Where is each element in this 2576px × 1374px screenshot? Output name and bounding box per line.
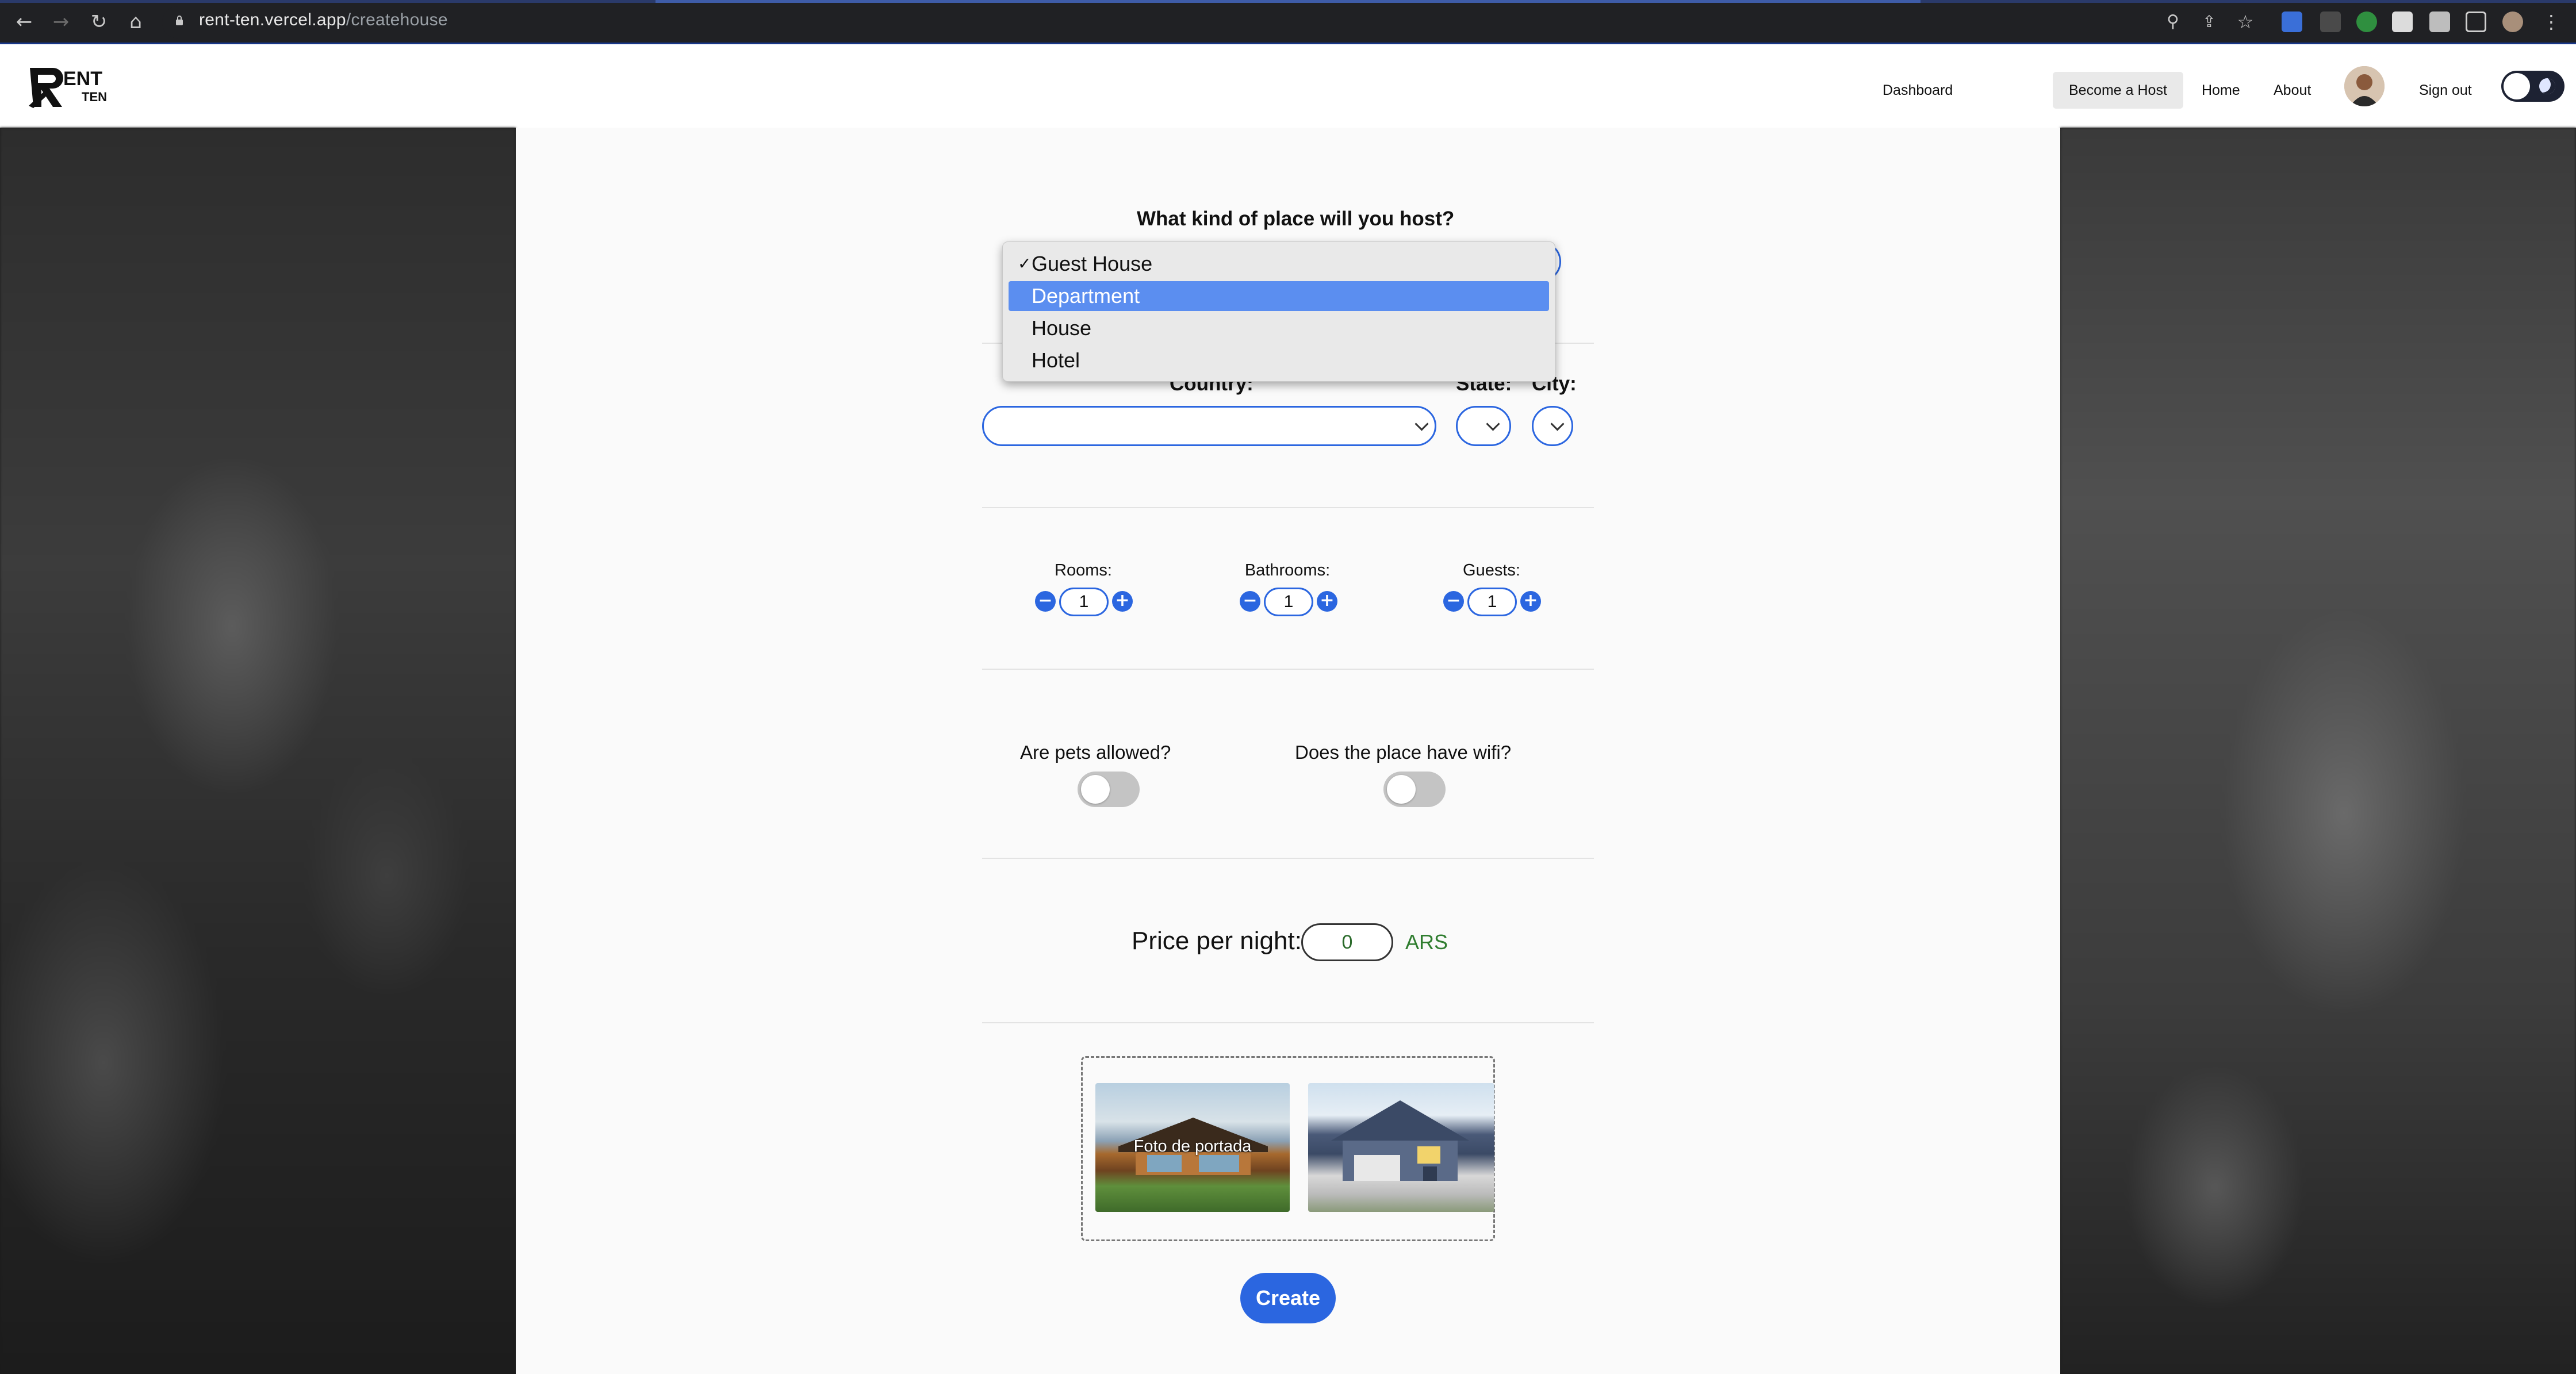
profile-avatar-icon[interactable] bbox=[2502, 11, 2523, 32]
rooms-value[interactable]: 1 bbox=[1059, 588, 1109, 616]
rooms-stepper: − 1 + bbox=[1035, 586, 1133, 617]
price-label: Price per night: bbox=[1132, 927, 1302, 955]
option-hotel[interactable]: Hotel bbox=[1009, 346, 1549, 375]
toggle-knob bbox=[1387, 775, 1416, 804]
svg-text:TEN: TEN bbox=[82, 90, 107, 104]
option-label: Guest House bbox=[1032, 252, 1153, 275]
nav-home[interactable]: Home bbox=[2186, 72, 2256, 109]
nav-become-host[interactable]: Become a Host bbox=[2053, 72, 2183, 109]
active-tab[interactable] bbox=[656, 0, 1920, 3]
home-icon[interactable]: ⌂ bbox=[123, 9, 148, 34]
toggle-knob bbox=[1081, 775, 1110, 804]
city-select[interactable] bbox=[1532, 406, 1573, 446]
translate-extension-icon[interactable] bbox=[2282, 11, 2302, 32]
background-city-image-right bbox=[2060, 128, 2576, 1374]
svg-text:ENT: ENT bbox=[63, 68, 102, 90]
pen-extension-icon[interactable] bbox=[2320, 11, 2341, 32]
place-type-dropdown: ✓ Guest House Department House Hotel bbox=[1002, 241, 1555, 382]
share-icon[interactable]: ⇪ bbox=[2196, 9, 2222, 34]
puzzle-extensions-icon[interactable] bbox=[2429, 11, 2450, 32]
evernote-extension-icon[interactable] bbox=[2356, 11, 2377, 32]
divider bbox=[982, 1022, 1594, 1023]
bookmark-star-icon[interactable]: ☆ bbox=[2233, 9, 2258, 34]
guests-increment-button[interactable]: + bbox=[1520, 591, 1541, 612]
guests-value[interactable]: 1 bbox=[1467, 588, 1517, 616]
chevron-down-icon bbox=[1550, 417, 1565, 431]
nav-dashboard[interactable]: Dashboard bbox=[1866, 72, 1969, 109]
menu-kebab-icon[interactable]: ⋮ bbox=[2539, 9, 2564, 34]
side-panel-icon[interactable] bbox=[2466, 11, 2486, 32]
suburban-house-illustration bbox=[1331, 1100, 1469, 1181]
site-header: ENT TEN Dashboard Become a Host Home Abo… bbox=[0, 44, 2576, 128]
lock-icon bbox=[176, 16, 183, 25]
user-photo-icon bbox=[2344, 66, 2385, 106]
photo-upload-area[interactable]: Foto de portada bbox=[1081, 1056, 1495, 1241]
pets-question: Are pets allowed? bbox=[1020, 742, 1171, 763]
browser-toolbar: ← → ↻ ⌂ rent-ten.vercel.app/createhouse … bbox=[0, 0, 2576, 44]
country-select[interactable] bbox=[982, 406, 1436, 446]
reload-icon[interactable]: ↻ bbox=[86, 9, 112, 34]
nav-about[interactable]: About bbox=[2257, 72, 2327, 109]
price-input[interactable]: 0 bbox=[1301, 923, 1393, 961]
option-label: Hotel bbox=[1032, 348, 1080, 372]
place-type-question: What kind of place will you host? bbox=[1137, 208, 1455, 230]
wifi-toggle[interactable] bbox=[1383, 772, 1446, 807]
option-house[interactable]: House bbox=[1009, 313, 1549, 343]
guests-stepper: − 1 + bbox=[1443, 586, 1541, 617]
bathrooms-stepper: − 1 + bbox=[1240, 586, 1337, 617]
option-label: House bbox=[1032, 316, 1092, 340]
bathrooms-label: Bathrooms: bbox=[1244, 561, 1331, 579]
divider bbox=[982, 858, 1594, 859]
bathrooms-decrement-button[interactable]: − bbox=[1240, 591, 1260, 612]
option-label: Department bbox=[1032, 284, 1140, 308]
user-avatar[interactable] bbox=[2344, 66, 2385, 106]
create-button[interactable]: Create bbox=[1240, 1273, 1336, 1323]
address-bar[interactable] bbox=[162, 6, 2370, 39]
bathrooms-value[interactable]: 1 bbox=[1264, 588, 1313, 616]
background-city-image-left bbox=[0, 128, 516, 1374]
rooms-increment-button[interactable]: + bbox=[1112, 591, 1133, 612]
url-text: rent-ten.vercel.app/createhouse bbox=[199, 10, 448, 29]
toggle-knob bbox=[2504, 73, 2530, 99]
cover-photo[interactable]: Foto de portada bbox=[1095, 1083, 1290, 1212]
divider bbox=[982, 507, 1594, 508]
option-department[interactable]: Department bbox=[1009, 281, 1549, 311]
bathrooms-increment-button[interactable]: + bbox=[1317, 591, 1337, 612]
guests-decrement-button[interactable]: − bbox=[1443, 591, 1464, 612]
pets-toggle[interactable] bbox=[1078, 772, 1140, 807]
rooms-decrement-button[interactable]: − bbox=[1035, 591, 1056, 612]
tab-strip bbox=[0, 0, 2576, 3]
option-guest-house[interactable]: ✓ Guest House bbox=[1009, 249, 1549, 279]
back-icon[interactable]: ← bbox=[12, 9, 37, 34]
cover-photo-caption: Foto de portada bbox=[1133, 1137, 1252, 1156]
forward-icon[interactable]: → bbox=[48, 9, 74, 34]
state-select[interactable] bbox=[1456, 406, 1511, 446]
grid-extension-icon[interactable] bbox=[2392, 11, 2413, 32]
checkmark-icon: ✓ bbox=[1018, 254, 1032, 273]
divider bbox=[982, 669, 1594, 670]
nav-sign-out[interactable]: Sign out bbox=[2403, 72, 2488, 109]
chevron-down-icon bbox=[1414, 417, 1429, 431]
guests-label: Guests: bbox=[1463, 561, 1520, 579]
rent-ten-logo[interactable]: ENT TEN bbox=[26, 64, 118, 110]
house-photo[interactable] bbox=[1308, 1083, 1494, 1212]
chevron-down-icon bbox=[1486, 417, 1500, 431]
wifi-question: Does the place have wifi? bbox=[1295, 742, 1512, 763]
rooms-label: Rooms: bbox=[1055, 561, 1112, 579]
dark-mode-toggle[interactable] bbox=[2501, 71, 2564, 102]
moon-icon bbox=[2539, 78, 2555, 94]
currency-label: ARS bbox=[1405, 930, 1448, 954]
zoom-icon[interactable]: ⚲ bbox=[2160, 9, 2186, 34]
